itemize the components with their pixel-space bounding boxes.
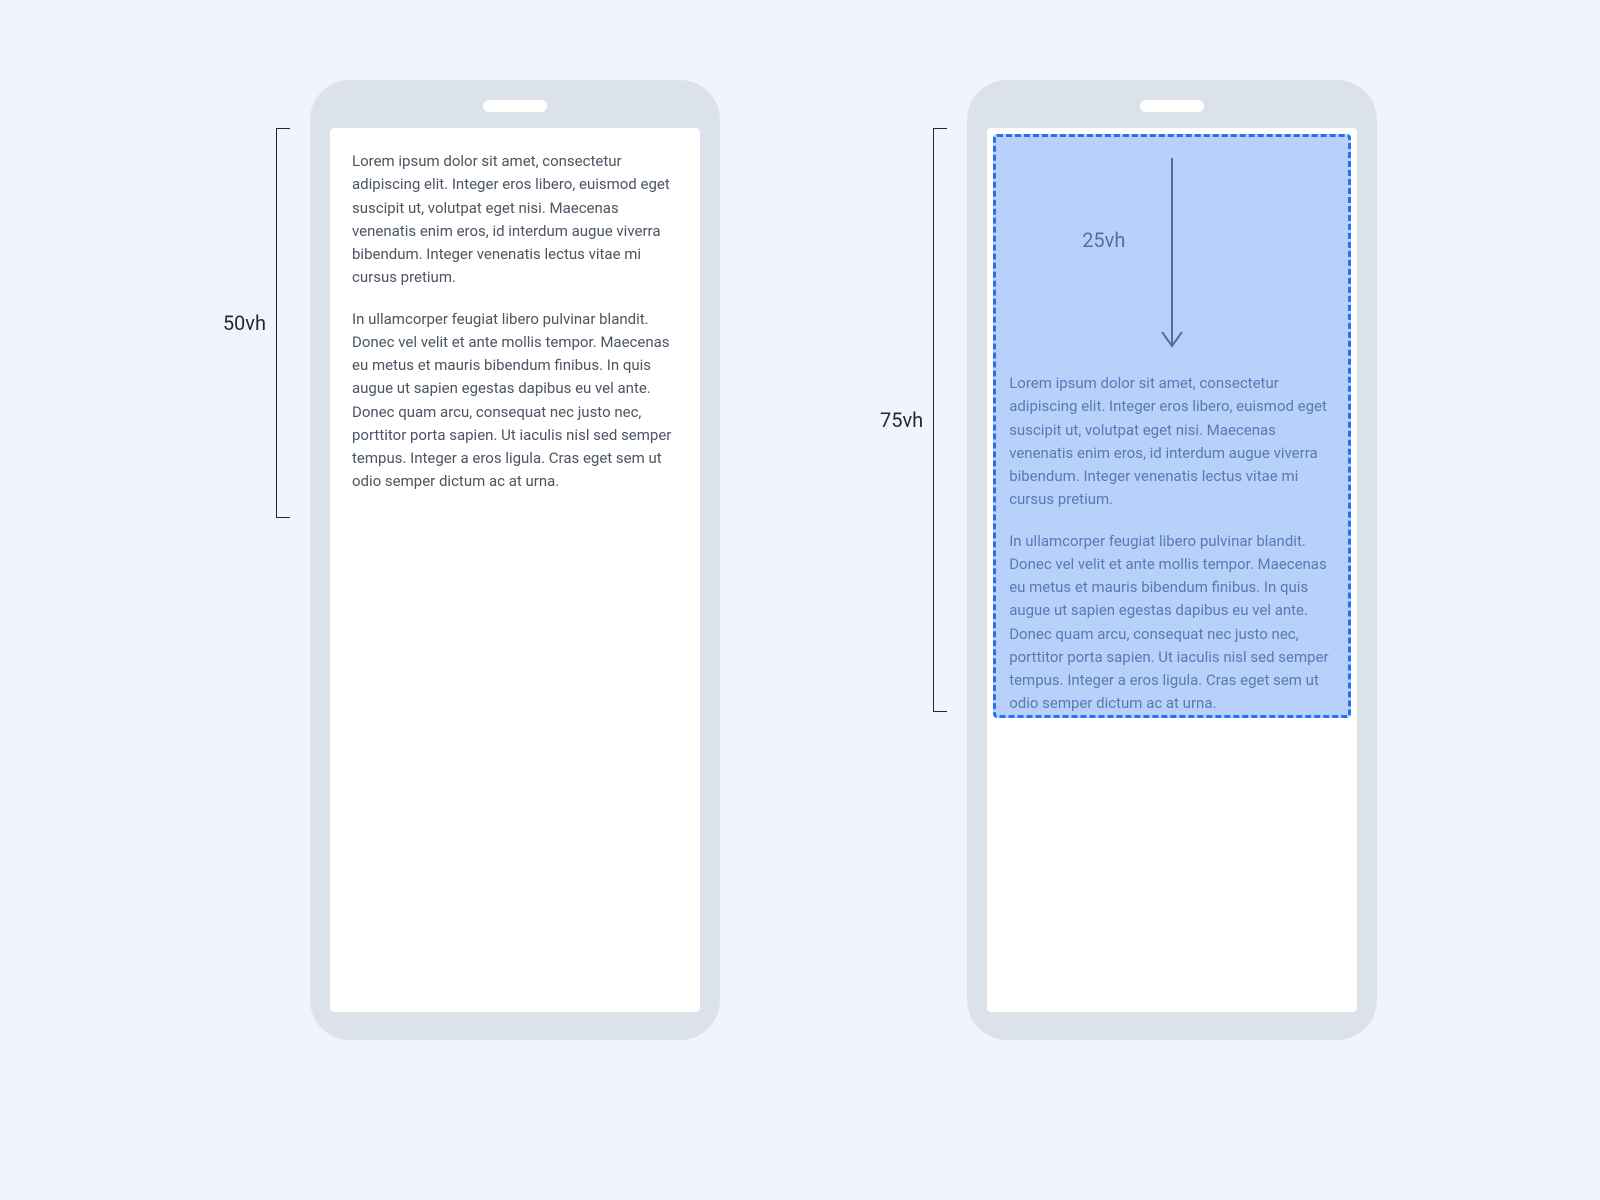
offset-arrow-label: 25vh [1082, 228, 1125, 252]
left-paragraph-1: Lorem ipsum dolor sit amet, consectetur … [352, 150, 678, 290]
right-bracket-shape [933, 128, 947, 712]
left-bracket-label: 50vh [223, 311, 266, 335]
left-phone-frame: Lorem ipsum dolor sit amet, consectetur … [310, 80, 720, 1040]
right-bracket-label: 75vh [880, 408, 923, 432]
left-phone-screen: Lorem ipsum dolor sit amet, consectetur … [330, 128, 700, 1012]
left-bracket-shape [276, 128, 290, 518]
left-paragraph-2: In ullamcorper feugiat libero pulvinar b… [352, 308, 678, 494]
right-phone-frame: 25vh Lorem ipsum dolor sit amet, consect… [967, 80, 1377, 1040]
right-paragraph-1: Lorem ipsum dolor sit amet, consectetur … [1009, 372, 1335, 512]
right-paragraph-2: In ullamcorper feugiat libero pulvinar b… [1009, 530, 1335, 716]
left-bracket: 50vh [223, 128, 290, 518]
arrow-down-icon [1159, 154, 1185, 354]
speaker-slot-icon [1140, 100, 1204, 112]
left-group: 50vh Lorem ipsum dolor sit amet, consect… [223, 80, 720, 1040]
right-group: 75vh 25vh Lorem ipsum dolor sit amet, co… [880, 80, 1377, 1040]
right-bracket: 75vh [880, 128, 947, 712]
diagram-canvas: 50vh Lorem ipsum dolor sit amet, consect… [0, 0, 1600, 1200]
right-phone-screen: 25vh Lorem ipsum dolor sit amet, consect… [987, 128, 1357, 1012]
right-content: 25vh Lorem ipsum dolor sit amet, consect… [1009, 154, 1335, 716]
speaker-slot-icon [483, 100, 547, 112]
offset-arrow-block: 25vh [1009, 154, 1335, 354]
